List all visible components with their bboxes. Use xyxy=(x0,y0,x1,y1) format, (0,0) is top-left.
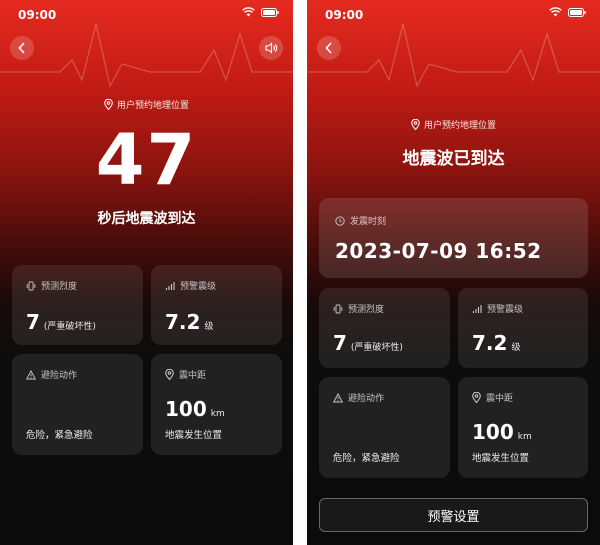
intensity-card: 预测烈度 7 (严重破坏性) xyxy=(319,288,450,368)
wifi-icon xyxy=(549,7,562,17)
magnitude-label: 预警震级 xyxy=(180,282,217,292)
chevron-left-icon xyxy=(18,42,25,54)
back-button[interactable] xyxy=(317,36,341,60)
arrived-title: 地震波已到达 xyxy=(402,149,505,169)
intensity-unit: (严重破坏性) xyxy=(43,322,96,332)
distance-card: 震中距 100 km 地震发生位置 xyxy=(458,377,588,478)
app-stage: 09:00 用户预约地理位置 47 秒后地震波到达 预测烈度 7 (严重破坏性)… xyxy=(0,0,600,545)
action-note: 危险，紧急避险 xyxy=(26,430,93,441)
origin-time-value: 2023-07-09 16:52 xyxy=(335,239,542,263)
intensity-card: 预测烈度 7 (严重破坏性) xyxy=(12,265,143,345)
distance-value: 100 xyxy=(165,397,207,421)
status-bar: 09:00 xyxy=(307,0,600,30)
magnitude-card: 预警震级 7.2 级 xyxy=(151,265,282,345)
distance-note: 地震发生位置 xyxy=(472,453,530,464)
action-note: 危险，紧急避险 xyxy=(333,453,400,464)
status-bar: 09:00 xyxy=(0,0,293,30)
origin-time-card: 发震时刻 2023-07-09 16:52 xyxy=(319,198,588,278)
countdown-caption: 秒后地震波到达 xyxy=(97,211,196,227)
arrived-screen: 09:00 用户预约地理位置 地震波已到达 发震时刻 2023-07-09 16… xyxy=(307,0,600,545)
warning-icon xyxy=(333,392,343,402)
action-card: 避险动作 危险，紧急避险 xyxy=(12,354,143,455)
vibration-icon xyxy=(26,281,36,290)
intensity-unit: (严重破坏性) xyxy=(350,343,403,353)
magnitude-value: 7.2 xyxy=(165,310,201,334)
distance-card: 震中距 100 km 地震发生位置 xyxy=(151,354,282,455)
location-text: 用户预约地理位置 xyxy=(116,101,189,111)
magnitude-unit: 级 xyxy=(511,343,521,353)
distance-unit: km xyxy=(517,432,532,442)
intensity-value: 7 xyxy=(26,310,40,334)
distance-unit: km xyxy=(210,409,225,419)
distance-note: 地震发生位置 xyxy=(165,430,223,441)
location-pin-icon xyxy=(165,369,174,380)
wifi-icon xyxy=(242,7,255,17)
warning-icon xyxy=(26,369,36,379)
alert-settings-button[interactable]: 预警设置 xyxy=(319,498,588,532)
magnitude-card: 预警震级 7.2 级 xyxy=(458,288,588,368)
back-button[interactable] xyxy=(10,36,34,60)
action-card: 避险动作 危险，紧急避险 xyxy=(319,377,450,478)
distance-label: 震中距 xyxy=(179,371,207,381)
heartbeat-decoration xyxy=(0,23,293,88)
action-label: 避险动作 xyxy=(41,371,78,381)
signal-bars-icon xyxy=(165,281,175,290)
speaker-icon xyxy=(264,42,277,54)
vibration-icon xyxy=(333,304,343,313)
intensity-label: 预测烈度 xyxy=(348,305,385,315)
sound-button[interactable] xyxy=(259,36,283,60)
system-icons xyxy=(242,7,279,17)
magnitude-label: 预警震级 xyxy=(487,305,524,315)
heartbeat-decoration xyxy=(307,23,600,88)
signal-bars-icon xyxy=(472,304,482,313)
location-text: 用户预约地理位置 xyxy=(423,121,496,131)
distance-value: 100 xyxy=(472,420,514,444)
location-pin-icon xyxy=(411,119,420,130)
status-time: 09:00 xyxy=(325,8,364,22)
location-label: 用户预约地理位置 xyxy=(0,98,293,111)
clock-icon xyxy=(335,215,345,226)
intensity-label: 预测烈度 xyxy=(41,282,78,292)
status-time: 09:00 xyxy=(18,8,57,22)
countdown-screen: 09:00 用户预约地理位置 47 秒后地震波到达 预测烈度 7 (严重破坏性)… xyxy=(0,0,293,545)
battery-icon xyxy=(261,7,279,17)
location-label: 用户预约地理位置 xyxy=(307,118,600,131)
battery-icon xyxy=(568,7,586,17)
countdown-seconds: 47 xyxy=(95,119,198,201)
location-pin-icon xyxy=(472,392,481,403)
magnitude-value: 7.2 xyxy=(472,331,508,355)
system-icons xyxy=(549,7,586,17)
location-pin-icon xyxy=(104,99,113,110)
magnitude-unit: 级 xyxy=(204,322,214,332)
intensity-value: 7 xyxy=(333,331,347,355)
origin-time-label: 发震时刻 xyxy=(350,217,387,227)
action-label: 避险动作 xyxy=(348,394,385,404)
chevron-left-icon xyxy=(325,42,332,54)
distance-label: 震中距 xyxy=(486,394,514,404)
